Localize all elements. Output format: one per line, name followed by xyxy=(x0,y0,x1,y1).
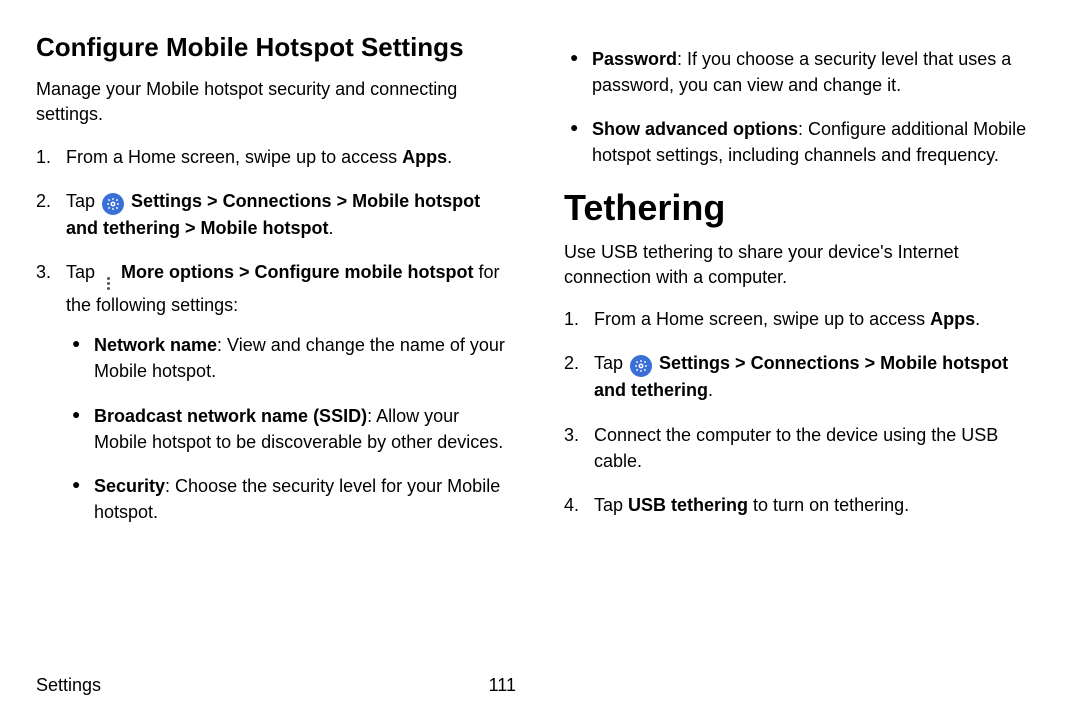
sub-item: Network name: View and change the name o… xyxy=(66,332,516,384)
footer-page-number: 111 xyxy=(489,675,516,696)
sub-item: Broadcast network name (SSID): Allow you… xyxy=(66,403,516,455)
bold: Password xyxy=(592,49,677,69)
section-heading: Configure Mobile Hotspot Settings xyxy=(36,32,516,63)
sub-item: Password: If you choose a security level… xyxy=(564,46,1044,98)
section-heading-large: Tethering xyxy=(564,188,1044,228)
bold: More options > Configure mobile hotspot xyxy=(121,262,474,282)
step-item: Connect the computer to the device using… xyxy=(564,422,1044,474)
more-options-icon xyxy=(102,274,114,292)
sub-item: Security: Choose the security level for … xyxy=(66,473,516,525)
text: Tap xyxy=(66,262,100,282)
text: to turn on tethering. xyxy=(748,495,909,515)
settings-gear-icon xyxy=(630,355,652,377)
steps-list: From a Home screen, swipe up to access A… xyxy=(36,144,516,525)
text: . xyxy=(447,147,452,167)
sub-item: Show advanced options: Configure additio… xyxy=(564,116,1044,168)
text: From a Home screen, swipe up to access xyxy=(594,309,930,329)
sub-list-continued: Password: If you choose a security level… xyxy=(564,46,1044,168)
step-item: From a Home screen, swipe up to access A… xyxy=(36,144,516,170)
bold: Apps xyxy=(930,309,975,329)
text: Connect the computer to the device using… xyxy=(594,425,998,471)
text: . xyxy=(708,380,713,400)
text: . xyxy=(329,218,334,238)
bold: Settings > Connections > Mobile hotspot … xyxy=(594,353,1008,400)
step-item: Tap Settings > Connections > Mobile hots… xyxy=(36,188,516,241)
text: Tap xyxy=(66,191,100,211)
bold: Network name xyxy=(94,335,217,355)
step-item: From a Home screen, swipe up to access A… xyxy=(564,306,1044,332)
bold: Apps xyxy=(402,147,447,167)
intro-text: Manage your Mobile hotspot security and … xyxy=(36,77,516,127)
step-item: Tap Settings > Connections > Mobile hots… xyxy=(564,350,1044,403)
footer-section: Settings xyxy=(36,675,101,696)
left-column: Configure Mobile Hotspot Settings Manage… xyxy=(36,32,516,652)
sub-list: Network name: View and change the name o… xyxy=(66,332,516,525)
text: Tap xyxy=(594,353,628,373)
step-item: Tap USB tethering to turn on tethering. xyxy=(564,492,1044,518)
bold: Broadcast network name (SSID) xyxy=(94,406,367,426)
right-column: Password: If you choose a security level… xyxy=(564,32,1044,652)
bold: Show advanced options xyxy=(592,119,798,139)
bold: USB tethering xyxy=(628,495,748,515)
bold: Security xyxy=(94,476,165,496)
page-footer: Settings 111 xyxy=(36,675,516,696)
bold: Settings > Connections > Mobile hotspot … xyxy=(66,191,480,238)
intro-text: Use USB tethering to share your device's… xyxy=(564,240,1044,290)
settings-gear-icon xyxy=(102,193,124,215)
text: From a Home screen, swipe up to access xyxy=(66,147,402,167)
text: Tap xyxy=(594,495,628,515)
steps-list: From a Home screen, swipe up to access A… xyxy=(564,306,1044,517)
text: . xyxy=(975,309,980,329)
step-item: Tap More options > Configure mobile hots… xyxy=(36,259,516,525)
